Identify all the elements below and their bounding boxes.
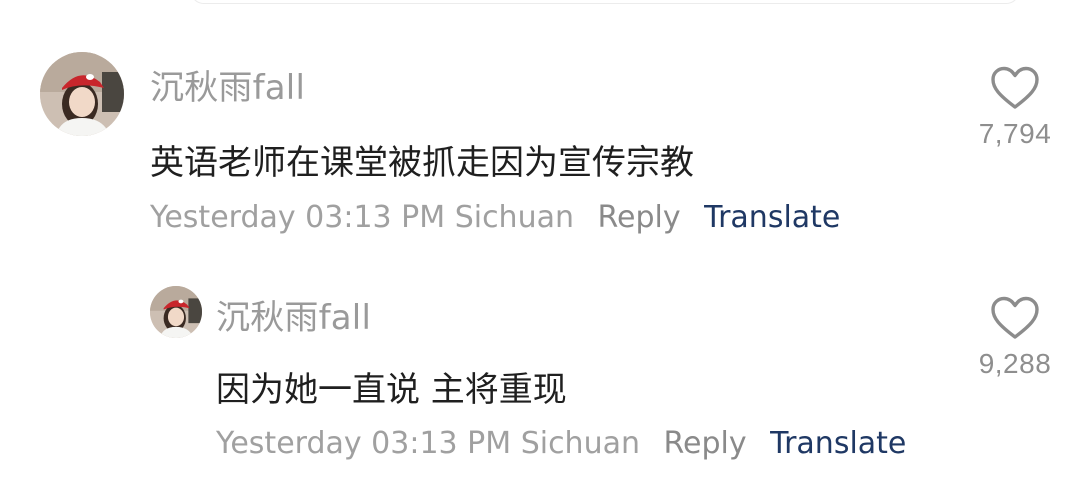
comment-location: Sichuan	[520, 426, 640, 461]
avatar[interactable]	[40, 52, 124, 136]
like-count: 9,288	[978, 348, 1052, 379]
comment-text: 因为她一直说 主将重现	[216, 370, 567, 410]
reply-button[interactable]: Reply	[664, 426, 747, 461]
comment-text: 英语老师在课堂被抓走因为宣传宗教	[150, 143, 694, 183]
heart-outline-icon	[991, 296, 1039, 339]
comment-time: Yesterday 03:13 PM	[150, 200, 446, 235]
reply-button[interactable]: Reply	[598, 200, 681, 235]
comment-meta: Yesterday 03:13 PM Sichuan Reply Transla…	[216, 426, 906, 461]
input-bar-edge	[190, 0, 1020, 4]
avatar[interactable]	[150, 286, 202, 338]
translate-button[interactable]: Translate	[770, 426, 906, 461]
user-avatar-red-cap-icon	[40, 52, 124, 136]
comment-username[interactable]: 沉秋雨fall	[150, 60, 305, 109]
comment-time: Yesterday 03:13 PM	[216, 426, 512, 461]
heart-outline-icon	[991, 66, 1039, 109]
comment-username[interactable]: 沉秋雨fall	[216, 290, 371, 339]
comments-page: 沉秋雨fall 英语老师在课堂被抓走因为宣传宗教 Yesterday 03:13…	[0, 0, 1080, 486]
comment-location: Sichuan	[454, 200, 574, 235]
like-button[interactable]: 9,288	[970, 296, 1060, 380]
user-avatar-red-cap-icon	[150, 286, 202, 338]
translate-button[interactable]: Translate	[704, 200, 840, 235]
like-count: 7,794	[978, 118, 1052, 149]
like-button[interactable]: 7,794	[970, 66, 1060, 150]
comment-meta: Yesterday 03:13 PM Sichuan Reply Transla…	[150, 200, 840, 235]
